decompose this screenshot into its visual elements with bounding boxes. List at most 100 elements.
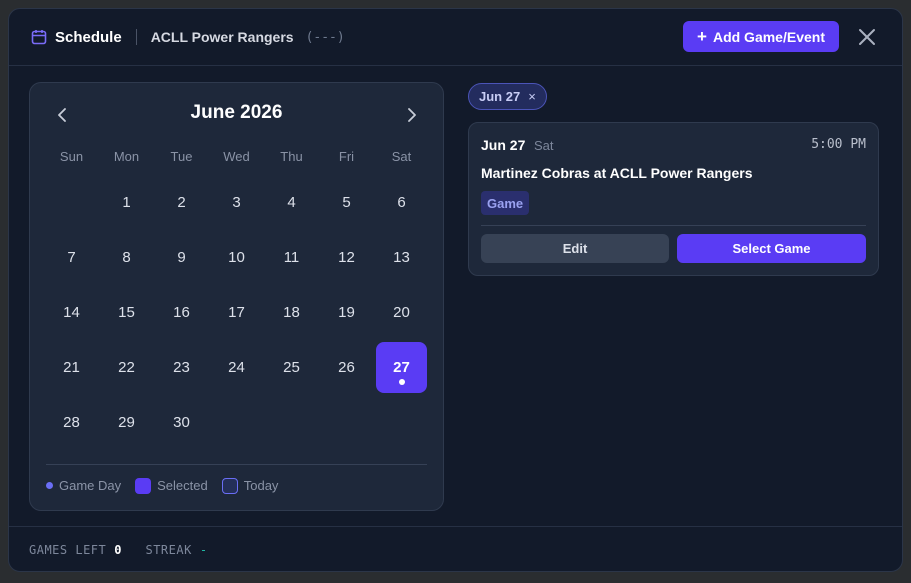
calendar-day[interactable]: 27 <box>374 340 429 395</box>
legend-game-day: Game Day <box>46 478 121 493</box>
streak-label: STREAK <box>145 543 192 557</box>
calendar-day-number: 3 <box>232 194 241 211</box>
calendar-day[interactable]: 23 <box>154 340 209 395</box>
calendar-day[interactable]: 18 <box>264 285 319 340</box>
team-record: (---) <box>305 29 345 45</box>
event-card: Jun 27 Sat 5:00 PM Martinez Cobras at AC… <box>468 122 879 276</box>
event-type-badge: Game <box>481 191 530 215</box>
calendar-day-number: 16 <box>173 304 190 321</box>
calendar-day[interactable]: 7 <box>44 230 99 285</box>
calendar-day-number: 15 <box>118 304 135 321</box>
event-weekday: Sat <box>534 138 554 153</box>
selected-swatch-icon <box>135 477 152 494</box>
calendar-icon <box>31 29 47 45</box>
legend-selected-label: Selected <box>157 478 208 493</box>
calendar-day-number: 21 <box>63 359 80 376</box>
calendar-day-number: 8 <box>122 249 131 266</box>
game-day-dot-icon <box>399 379 405 385</box>
calendar-legend: Game Day Selected Today <box>46 464 427 504</box>
calendar-day[interactable]: 3 <box>209 175 264 230</box>
close-button[interactable] <box>855 25 879 49</box>
calendar-day[interactable]: 11 <box>264 230 319 285</box>
calendar-day-number: 7 <box>67 249 76 266</box>
calendar-day-number: 14 <box>63 304 80 321</box>
calendar-day-number: 9 <box>177 249 186 266</box>
calendar-day-number: 10 <box>228 249 245 266</box>
calendar-day-number: 6 <box>397 194 406 211</box>
weekday-label: Mon <box>113 149 140 164</box>
calendar-day[interactable]: 17 <box>209 285 264 340</box>
legend-today: Today <box>221 477 279 494</box>
calendar-day-number: 4 <box>287 194 296 211</box>
calendar-day[interactable]: 4 <box>264 175 319 230</box>
weekday-label: Thu <box>280 149 303 164</box>
calendar-day-number: 24 <box>228 359 245 376</box>
chevron-right-icon <box>408 108 416 122</box>
event-title: Martinez Cobras at ACLL Power Rangers <box>481 165 753 181</box>
calendar-day-number: 20 <box>393 304 410 321</box>
games-left-label: GAMES LEFT <box>29 543 107 557</box>
event-date: Jun 27 <box>481 137 526 153</box>
calendar-day[interactable]: 9 <box>154 230 209 285</box>
game-day-dot-icon <box>46 482 53 489</box>
calendar-day[interactable]: 26 <box>319 340 374 395</box>
calendar-day[interactable]: 12 <box>319 230 374 285</box>
calendar-day-number: 27 <box>393 359 410 376</box>
calendar-day-number: 17 <box>228 304 245 321</box>
calendar-day-number: 25 <box>283 359 300 376</box>
calendar-day[interactable]: 10 <box>209 230 264 285</box>
calendar-day[interactable]: 16 <box>154 285 209 340</box>
calendar-day-number: 19 <box>338 304 355 321</box>
team-name: ACLL Power Rangers <box>150 29 294 45</box>
calendar-day[interactable]: 29 <box>99 395 154 450</box>
legend-selected: Selected <box>135 477 208 494</box>
add-game-event-label: Add Game/Event <box>712 28 825 45</box>
calendar-day-number: 28 <box>63 414 80 431</box>
edit-button[interactable]: Edit <box>481 234 669 263</box>
calendar-day[interactable]: 5 <box>319 175 374 230</box>
calendar-day-grid: 1 2 3 4 5 6 7 8 9 10 11 12 13 14 15 16 17 18 19 20 21 22 23 24 2… <box>44 175 429 450</box>
legend-game-day-label: Game Day <box>59 478 122 493</box>
calendar-day[interactable]: 19 <box>319 285 374 340</box>
calendar-day[interactable]: 1 <box>99 175 154 230</box>
calendar-day[interactable]: 8 <box>99 230 154 285</box>
calendar-day[interactable]: 21 <box>44 340 99 395</box>
weekday-label: Fri <box>338 149 355 164</box>
event-time: 5:00 PM <box>811 137 866 152</box>
calendar-day[interactable]: 28 <box>44 395 99 450</box>
calendar-day-number: 1 <box>122 194 131 211</box>
add-game-event-button[interactable]: + Add Game/Event <box>683 21 839 52</box>
select-game-button[interactable]: Select Game <box>677 234 866 263</box>
calendar-day-number: 22 <box>118 359 135 376</box>
calendar-day[interactable]: 25 <box>264 340 319 395</box>
calendar-day[interactable]: 20 <box>374 285 429 340</box>
plus-icon: + <box>697 27 707 46</box>
streak-value: - <box>199 543 208 557</box>
status-footer: GAMES LEFT 0 STREAK - <box>9 526 902 571</box>
calendar-day[interactable]: 30 <box>154 395 209 450</box>
next-month-button[interactable] <box>400 103 424 127</box>
page-title: Schedule <box>55 28 122 46</box>
weekday-label: Sun <box>59 149 84 164</box>
weekday-header-row: Sun Mon Tue Wed Thu Fri Sat <box>44 149 429 164</box>
calendar-day-number: 5 <box>342 194 351 211</box>
calendar-day[interactable]: 14 <box>44 285 99 340</box>
remove-filter-icon[interactable]: × <box>528 89 536 104</box>
calendar-day-number: 30 <box>173 414 190 431</box>
calendar-blank-cell <box>44 175 99 230</box>
legend-today-label: Today <box>243 478 279 493</box>
calendar-day-number: 2 <box>177 194 186 211</box>
calendar-day[interactable]: 2 <box>154 175 209 230</box>
calendar-day[interactable]: 6 <box>374 175 429 230</box>
calendar-day[interactable]: 22 <box>99 340 154 395</box>
weekday-label: Wed <box>223 149 250 164</box>
calendar-day[interactable]: 13 <box>374 230 429 285</box>
weekday-label: Sat <box>391 149 412 164</box>
weekday-label: Tue <box>170 149 193 164</box>
calendar-day[interactable]: 24 <box>209 340 264 395</box>
calendar-day-number: 26 <box>338 359 355 376</box>
calendar-day[interactable]: 15 <box>99 285 154 340</box>
calendar-day-number: 12 <box>338 249 355 266</box>
today-swatch-icon <box>221 477 238 494</box>
calendar-day-number: 18 <box>283 304 300 321</box>
